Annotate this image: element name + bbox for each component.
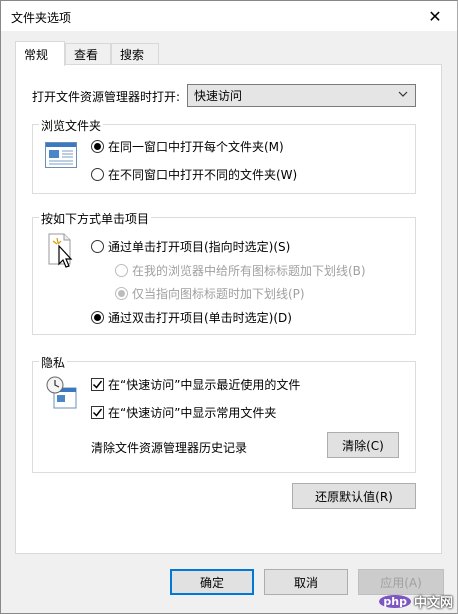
watermark-text: 中文网 [413,596,453,611]
show-frequent-folders-label: 在“快速访问”中显示常用文件夹 [108,406,277,420]
show-frequent-folders-checkbox[interactable]: 在“快速访问”中显示常用文件夹 [91,404,276,421]
browse-folders-group: 浏览文件夹 在同一窗口中打开每个文件夹(M) 在不同窗口中打开不同的文件夹(W) [32,117,416,194]
radio-indicator [115,287,128,300]
radio-indicator [91,240,104,253]
click-items-group: 按如下方式单击项目 通过单击打开项目(指向时选定)(S) 在我的浏览器中给所有图… [32,210,416,335]
open-new-window-radio[interactable]: 在不同窗口中打开不同的文件夹(W) [91,166,297,183]
chevron-down-icon [398,91,408,97]
radio-indicator [91,168,104,181]
watermark-logo: php [379,595,411,608]
general-tab-panel: 打开文件资源管理器时打开: 快速访问 浏览文件夹 在同一窗口中打开每个文件夹(M… [15,64,442,554]
open-explorer-select[interactable]: 快速访问 [187,84,416,107]
privacy-group: 隐私 在“快速访问”中显示最近使用的文件 在“快速访问”中显示常用文件夹 清除文… [32,354,416,473]
privacy-title: 隐私 [39,354,68,371]
open-same-window-radio[interactable]: 在同一窗口中打开每个文件夹(M) [91,138,284,155]
tab-view[interactable]: 查看 [65,43,111,65]
underline-all-radio[interactable]: 在我的浏览器中给所有图标标题加下划线(B) [115,262,366,279]
radio-indicator [115,264,128,277]
show-recent-files-label: 在“快速访问”中显示最近使用的文件 [108,378,301,392]
tab-search[interactable]: 搜索 [111,43,159,65]
click-items-title: 按如下方式单击项目 [39,210,152,227]
checkmark-icon [92,408,103,417]
privacy-history-icon [46,376,77,409]
single-click-label: 通过单击打开项目(指向时选定)(S) [108,240,291,254]
restore-defaults-label: 还原默认值(R) [315,489,393,504]
checkbox-box [91,378,104,391]
site-watermark: php 中文网 [379,592,453,611]
apply-button-label: 应用(A) [380,575,422,590]
cancel-button-label: 取消 [293,575,318,590]
tab-general-label: 常规 [24,47,49,62]
ok-button[interactable]: 确定 [170,569,254,595]
show-recent-files-checkbox[interactable]: 在“快速访问”中显示最近使用的文件 [91,376,300,393]
title-bar: 文件夹选项 ✕ [1,1,457,31]
checkmark-icon [92,380,103,389]
window-title: 文件夹选项 [11,11,72,25]
radio-indicator [91,311,104,324]
tab-search-label: 搜索 [120,48,145,62]
tab-general[interactable]: 常规 [15,41,65,66]
open-explorer-label: 打开文件资源管理器时打开: [32,90,181,104]
clear-history-button-label: 清除(C) [342,438,384,453]
browse-folders-title: 浏览文件夹 [39,117,104,134]
underline-point-radio[interactable]: 仅当指向图标标题时加下划线(P) [115,285,305,302]
tab-view-label: 查看 [74,48,99,62]
restore-defaults-button[interactable]: 还原默认值(R) [292,483,416,509]
ok-button-label: 确定 [199,575,224,590]
open-same-window-label: 在同一窗口中打开每个文件夹(M) [108,140,284,154]
double-click-radio[interactable]: 通过双击打开项目(单击时选定)(D) [91,309,292,326]
checkbox-box [91,406,104,419]
clear-history-label: 清除文件资源管理器历史记录 [91,441,248,455]
cancel-button[interactable]: 取消 [264,569,348,595]
folder-options-dialog: 文件夹选项 ✕ 常规 查看 搜索 打开文件资源管理器时打开: 快速访问 浏览文件… [0,0,458,614]
folder-window-icon [45,142,77,168]
close-icon: ✕ [428,6,442,26]
close-button[interactable]: ✕ [413,1,457,31]
underline-point-label: 仅当指向图标标题时加下划线(P) [132,287,305,301]
clear-history-button[interactable]: 清除(C) [327,432,399,458]
underline-all-label: 在我的浏览器中给所有图标标题加下划线(B) [132,264,366,278]
cursor-click-icon [48,233,73,268]
single-click-radio[interactable]: 通过单击打开项目(指向时选定)(S) [91,238,290,255]
radio-indicator [91,140,104,153]
open-new-window-label: 在不同窗口中打开不同的文件夹(W) [108,168,298,182]
double-click-label: 通过双击打开项目(单击时选定)(D) [108,311,292,325]
open-explorer-value: 快速访问 [194,89,243,103]
